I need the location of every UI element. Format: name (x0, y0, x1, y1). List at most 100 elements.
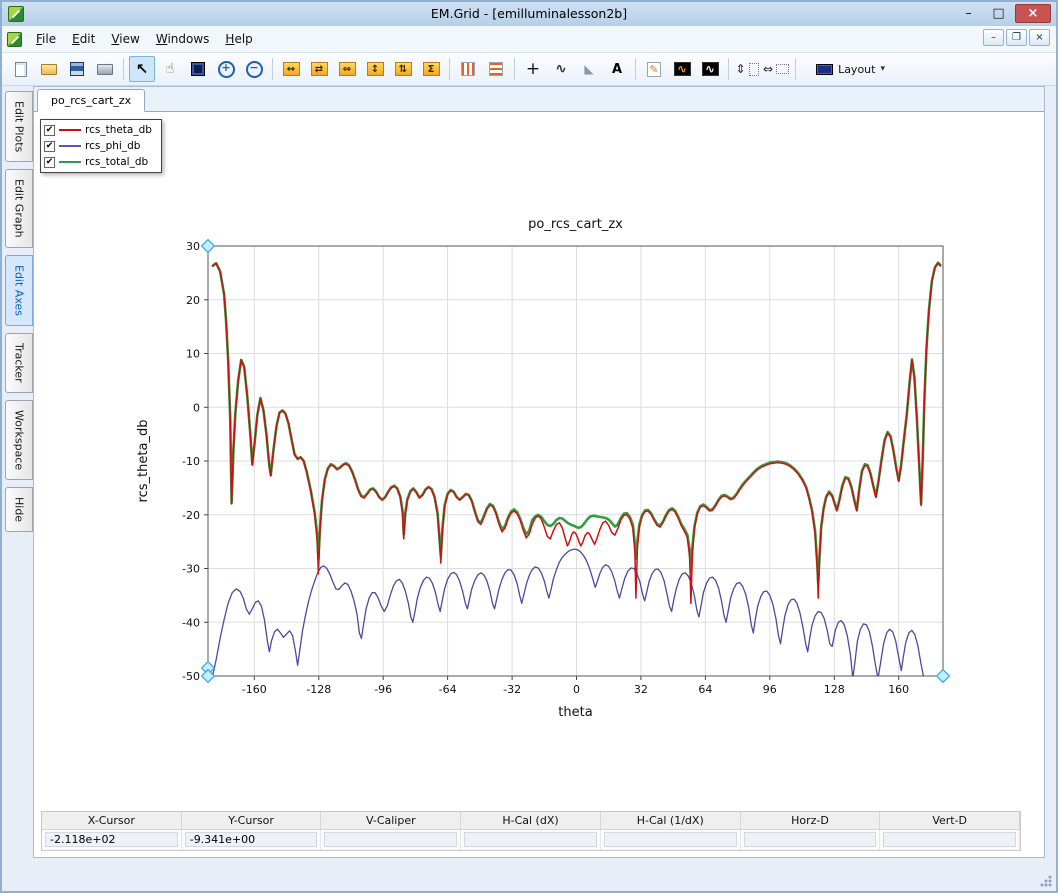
axis-handle[interactable] (202, 240, 215, 253)
open-folder-button[interactable] (36, 56, 62, 82)
x-tick-label: -32 (503, 683, 521, 696)
cursor-value-v-caliper[interactable] (324, 832, 457, 847)
legend-item[interactable]: ✔rcs_phi_db (44, 139, 152, 153)
curve-tool-button[interactable] (548, 56, 574, 82)
cursor-value-y-cursor[interactable]: -9.341e+00 (185, 832, 318, 847)
scroll-x-icon (311, 62, 328, 76)
x-tick-label: 96 (763, 683, 777, 696)
window-controls: – □ × (955, 4, 1051, 23)
cursor-header-row: X-CursorY-CursorV-CaliperH-Cal (dX)H-Cal… (42, 812, 1020, 830)
document-tab-bar: po_rcs_cart_zx (34, 87, 1044, 112)
y-axis-label: rcs_theta_db (136, 420, 151, 503)
scroll-y-button[interactable] (390, 56, 416, 82)
print-button[interactable] (92, 56, 118, 82)
expand-width-icon (339, 62, 356, 76)
wave-orange-icon (674, 62, 691, 76)
cursor-value-cell (880, 830, 1020, 850)
legend-item[interactable]: ✔ rcs_theta_db (44, 123, 152, 137)
legend-item[interactable]: ✔rcs_total_db (44, 155, 152, 169)
slope-tool-button[interactable] (576, 56, 602, 82)
save-icon (70, 62, 84, 76)
v-caliper-button[interactable] (734, 56, 760, 82)
fit-height-button[interactable] (362, 56, 388, 82)
save-button[interactable] (64, 56, 90, 82)
toolbar-separator (514, 58, 515, 80)
x-tick-label: 32 (634, 683, 648, 696)
legend-label: rcs_theta_db (85, 124, 152, 136)
y-tick-label: -20 (182, 509, 200, 522)
mdi-minimize-button[interactable]: – (983, 29, 1004, 46)
axis-handle[interactable] (937, 670, 950, 683)
layout-swatch-icon (816, 64, 833, 75)
crosshair-button[interactable] (520, 56, 546, 82)
layout-dropdown-button[interactable]: Layout▾ (808, 56, 893, 82)
menu-edit[interactable]: Edit (64, 28, 103, 50)
h-caliper-button[interactable] (762, 56, 790, 82)
close-button[interactable]: × (1015, 4, 1051, 23)
autoscale-button[interactable] (418, 56, 444, 82)
side-tab-edit-plots[interactable]: Edit Plots (5, 91, 33, 162)
expand-width-button[interactable] (334, 56, 360, 82)
toolbar-separator (449, 58, 450, 80)
app-window: EM.Grid - [emilluminalesson2b] – □ × Fil… (0, 0, 1058, 893)
legend-checkbox[interactable]: ✔ (44, 125, 55, 136)
new-document-icon (15, 62, 27, 77)
cursor-value-horz-d[interactable] (744, 832, 877, 847)
side-tab-edit-axes[interactable]: Edit Axes (5, 255, 33, 326)
menu-help[interactable]: Help (217, 28, 260, 50)
menu-view[interactable]: View (103, 28, 147, 50)
x-tick-label: 128 (824, 683, 845, 696)
scroll-x-button[interactable] (306, 56, 332, 82)
side-tab-tracker[interactable]: Tracker (5, 333, 33, 393)
cursor-value-h-cal-1-dx[interactable] (604, 832, 737, 847)
cursor-value-row: -2.118e+02 -9.341e+00 (42, 830, 1020, 850)
menu-windows[interactable]: Windows (148, 28, 218, 50)
toolbar-separator (635, 58, 636, 80)
document-tab-po-rcs-cart-zx[interactable]: po_rcs_cart_zx (37, 89, 145, 112)
y-tick-label: 30 (186, 240, 200, 253)
vertical-bars-button[interactable] (455, 56, 481, 82)
fit-width-button[interactable] (278, 56, 304, 82)
side-tab-workspace[interactable]: Workspace (5, 400, 33, 480)
side-tab-hide[interactable]: Hide (5, 487, 33, 532)
mdi-controls: – ❐ × (983, 29, 1050, 46)
slope-tool-icon (584, 62, 593, 76)
menu-file[interactable]: File (28, 28, 64, 50)
cursor-header-x-cursor: X-Cursor (42, 812, 182, 830)
zoom-out-button[interactable] (241, 56, 267, 82)
document-icon (7, 32, 22, 47)
resize-grip[interactable] (1038, 873, 1052, 887)
axis-ticks: -160-128-96-64-3203264961281603020100-10… (182, 240, 909, 696)
maximize-button[interactable]: □ (985, 4, 1012, 23)
mdi-restore-button[interactable]: ❐ (1006, 29, 1027, 46)
zoom-window-button[interactable] (185, 56, 211, 82)
cursor-header-y-cursor: Y-Cursor (182, 812, 322, 830)
horizontal-bars-button[interactable] (483, 56, 509, 82)
cursor-value-vert-d[interactable] (883, 832, 1016, 847)
legend-color-line (59, 129, 81, 131)
y-tick-label: -40 (182, 616, 200, 629)
y-tick-label: -10 (182, 455, 200, 468)
pan-hand-button[interactable] (157, 56, 183, 82)
wave-white-button[interactable] (697, 56, 723, 82)
title-bar[interactable]: EM.Grid - [emilluminalesson2b] – □ × (2, 2, 1056, 26)
wave-orange-button[interactable] (669, 56, 695, 82)
cursor-value-x-cursor[interactable]: -2.118e+02 (45, 832, 178, 847)
cursor-value-h-cal-dx[interactable] (464, 832, 597, 847)
legend-checkbox[interactable]: ✔ (44, 157, 55, 168)
zoom-in-button[interactable] (213, 56, 239, 82)
y-tick-label: -30 (182, 563, 200, 576)
text-tool-button[interactable] (604, 56, 630, 82)
new-document-button[interactable] (8, 56, 34, 82)
select-cursor-button[interactable] (129, 56, 155, 82)
x-tick-label: -96 (374, 683, 392, 696)
axis-handle[interactable] (202, 670, 215, 683)
edit-page-button[interactable] (641, 56, 667, 82)
side-tab-edit-graph[interactable]: Edit Graph (5, 169, 33, 248)
mdi-close-button[interactable]: × (1029, 29, 1050, 46)
legend-box[interactable]: ✔ rcs_theta_db ✔rcs_phi_db ✔rcs_total_db (40, 119, 162, 173)
zoom-out-icon (246, 61, 263, 78)
legend-checkbox[interactable]: ✔ (44, 141, 55, 152)
minimize-button[interactable]: – (955, 4, 982, 23)
autoscale-icon (423, 62, 440, 76)
